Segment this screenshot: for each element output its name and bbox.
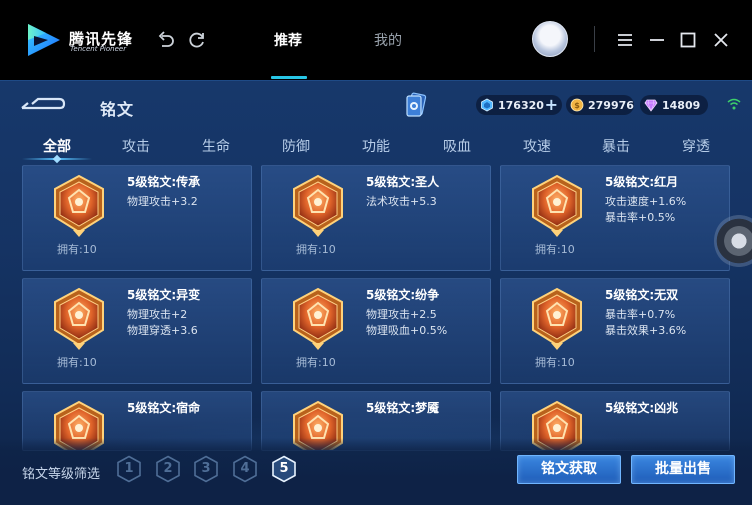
nav-tab-mine[interactable]: 我的 — [374, 30, 402, 50]
rune-card[interactable]: 5级铭文:红月 攻击速度+1.6% 暴击率+0.5% 拥有:10 — [500, 165, 730, 271]
rune-attribute: 法术攻击+5.3 — [366, 195, 437, 208]
rune-name: 5级铭文:无双 — [605, 288, 679, 302]
brand-name-en: Tencent Pioneer — [70, 45, 127, 53]
tab-all[interactable]: 全部 — [27, 136, 87, 156]
level-number: 1 — [124, 461, 134, 476]
rune-acquire-button[interactable]: 铭文获取 — [517, 455, 621, 484]
level-filter-1[interactable]: 1 — [116, 455, 142, 483]
refresh-icon[interactable] — [187, 30, 207, 50]
level-number: 2 — [163, 461, 173, 476]
rune-card[interactable]: 5级铭文:纷争 物理攻击+2.5 物理吸血+0.5% 拥有:10 — [261, 278, 491, 384]
user-avatar[interactable] — [532, 21, 568, 57]
rune-attribute: 物理攻击+2 — [127, 308, 188, 321]
tab-function[interactable]: 功能 — [346, 136, 406, 156]
gem-icon — [644, 99, 658, 112]
page-title: 铭文 — [100, 100, 135, 119]
diamond-icon — [481, 98, 493, 112]
rune-emblem-icon — [290, 287, 346, 351]
rune-owned-count: 拥有:10 — [535, 356, 575, 369]
currency-gem: 14809 — [640, 95, 708, 115]
signal-icon — [727, 98, 741, 110]
level-filter-2[interactable]: 2 — [155, 455, 181, 483]
level-number: 4 — [240, 461, 250, 476]
rune-owned-count: 拥有:10 — [57, 243, 97, 256]
divider — [594, 26, 595, 52]
currency-coin: $ 279976 — [566, 95, 634, 115]
rune-emblem-icon — [290, 174, 346, 238]
rune-attribute: 物理攻击+2.5 — [366, 308, 437, 321]
rune-emblem-icon — [51, 287, 107, 351]
rune-attribute: 物理穿透+3.6 — [127, 324, 198, 337]
rune-name: 5级铭文:红月 — [605, 175, 679, 189]
rune-owned-count: 拥有:10 — [57, 356, 97, 369]
rune-category-tabs: 全部 攻击 生命 防御 功能 吸血 攻速 暴击 穿透 — [0, 131, 752, 164]
level-filter-5[interactable]: 5 — [271, 455, 297, 483]
rune-cards-icon[interactable] — [404, 92, 428, 118]
close-icon[interactable] — [711, 30, 731, 50]
maximize-icon[interactable] — [678, 30, 698, 50]
tab-attack-speed[interactable]: 攻速 — [507, 136, 567, 156]
tab-penetration[interactable]: 穿透 — [666, 136, 726, 156]
currency-coin-value: 279976 — [588, 98, 634, 112]
currency-gem-value: 14809 — [662, 98, 701, 112]
rune-name: 5级铭文:纷争 — [366, 288, 440, 302]
currency-diamond-value: 176320 — [498, 98, 544, 112]
svg-text:$: $ — [574, 101, 580, 110]
add-currency-icon[interactable]: + — [545, 96, 558, 114]
rune-emblem-icon — [529, 174, 585, 238]
tab-crit[interactable]: 暴击 — [586, 136, 646, 156]
rune-owned-count: 拥有:10 — [535, 243, 575, 256]
rune-name: 5级铭文:凶兆 — [605, 401, 679, 415]
rune-name: 5级铭文:圣人 — [366, 175, 440, 189]
nav-tab-recommend[interactable]: 推荐 — [274, 30, 302, 50]
coin-icon: $ — [570, 98, 584, 112]
rune-name: 5级铭文:传承 — [127, 175, 201, 189]
rune-card[interactable]: 5级铭文:无双 暴击率+0.7% 暴击效果+3.6% 拥有:10 — [500, 278, 730, 384]
bulk-sell-button[interactable]: 批量出售 — [631, 455, 735, 484]
level-filter-label: 铭文等级筛选 — [22, 467, 101, 482]
rune-emblem-icon — [51, 174, 107, 238]
back-arrow-icon[interactable] — [20, 95, 66, 113]
rune-emblem-icon — [529, 287, 585, 351]
rune-attribute: 暴击率+0.7% — [605, 308, 676, 321]
title-bar: 腾讯先锋 Tencent Pioneer 推荐 我的 — [0, 0, 752, 80]
rune-attribute: 物理吸血+0.5% — [366, 324, 448, 337]
level-filter-4[interactable]: 4 — [232, 455, 258, 483]
rune-card[interactable]: 5级铭文:圣人 法术攻击+5.3 拥有:10 — [261, 165, 491, 271]
tab-hp[interactable]: 生命 — [186, 136, 246, 156]
nav-active-indicator — [271, 76, 307, 79]
rune-owned-count: 拥有:10 — [296, 356, 336, 369]
tab-attack[interactable]: 攻击 — [106, 136, 166, 156]
undo-icon[interactable] — [156, 30, 176, 50]
tab-lifesteal[interactable]: 吸血 — [427, 136, 487, 156]
rune-name: 5级铭文:异变 — [127, 288, 201, 302]
rune-card[interactable]: 5级铭文:传承 物理攻击+3.2 拥有:10 — [22, 165, 252, 271]
minimize-icon[interactable] — [647, 30, 667, 50]
active-tab-marker — [52, 154, 62, 164]
tencent-pioneer-logo-icon — [28, 24, 60, 56]
rune-name: 5级铭文:宿命 — [127, 401, 201, 415]
rune-attribute: 暴击效果+3.6% — [605, 324, 687, 337]
rune-card[interactable]: 5级铭文:异变 物理攻击+2 物理穿透+3.6 拥有:10 — [22, 278, 252, 384]
level-number: 5 — [279, 461, 289, 476]
menu-icon[interactable] — [615, 30, 635, 50]
rune-attribute: 攻击速度+1.6% — [605, 195, 687, 208]
level-number: 3 — [201, 461, 211, 476]
rune-owned-count: 拥有:10 — [296, 243, 336, 256]
app-window: { "app": {"brand_cn": "腾讯先锋", "brand_en"… — [0, 0, 752, 505]
rune-attribute: 暴击率+0.5% — [605, 211, 676, 224]
currency-diamond: 176320 + — [476, 95, 562, 115]
rune-attribute: 物理攻击+3.2 — [127, 195, 198, 208]
tab-defense[interactable]: 防御 — [266, 136, 326, 156]
rune-name: 5级铭文:梦魇 — [366, 401, 440, 415]
level-filter-3[interactable]: 3 — [193, 455, 219, 483]
